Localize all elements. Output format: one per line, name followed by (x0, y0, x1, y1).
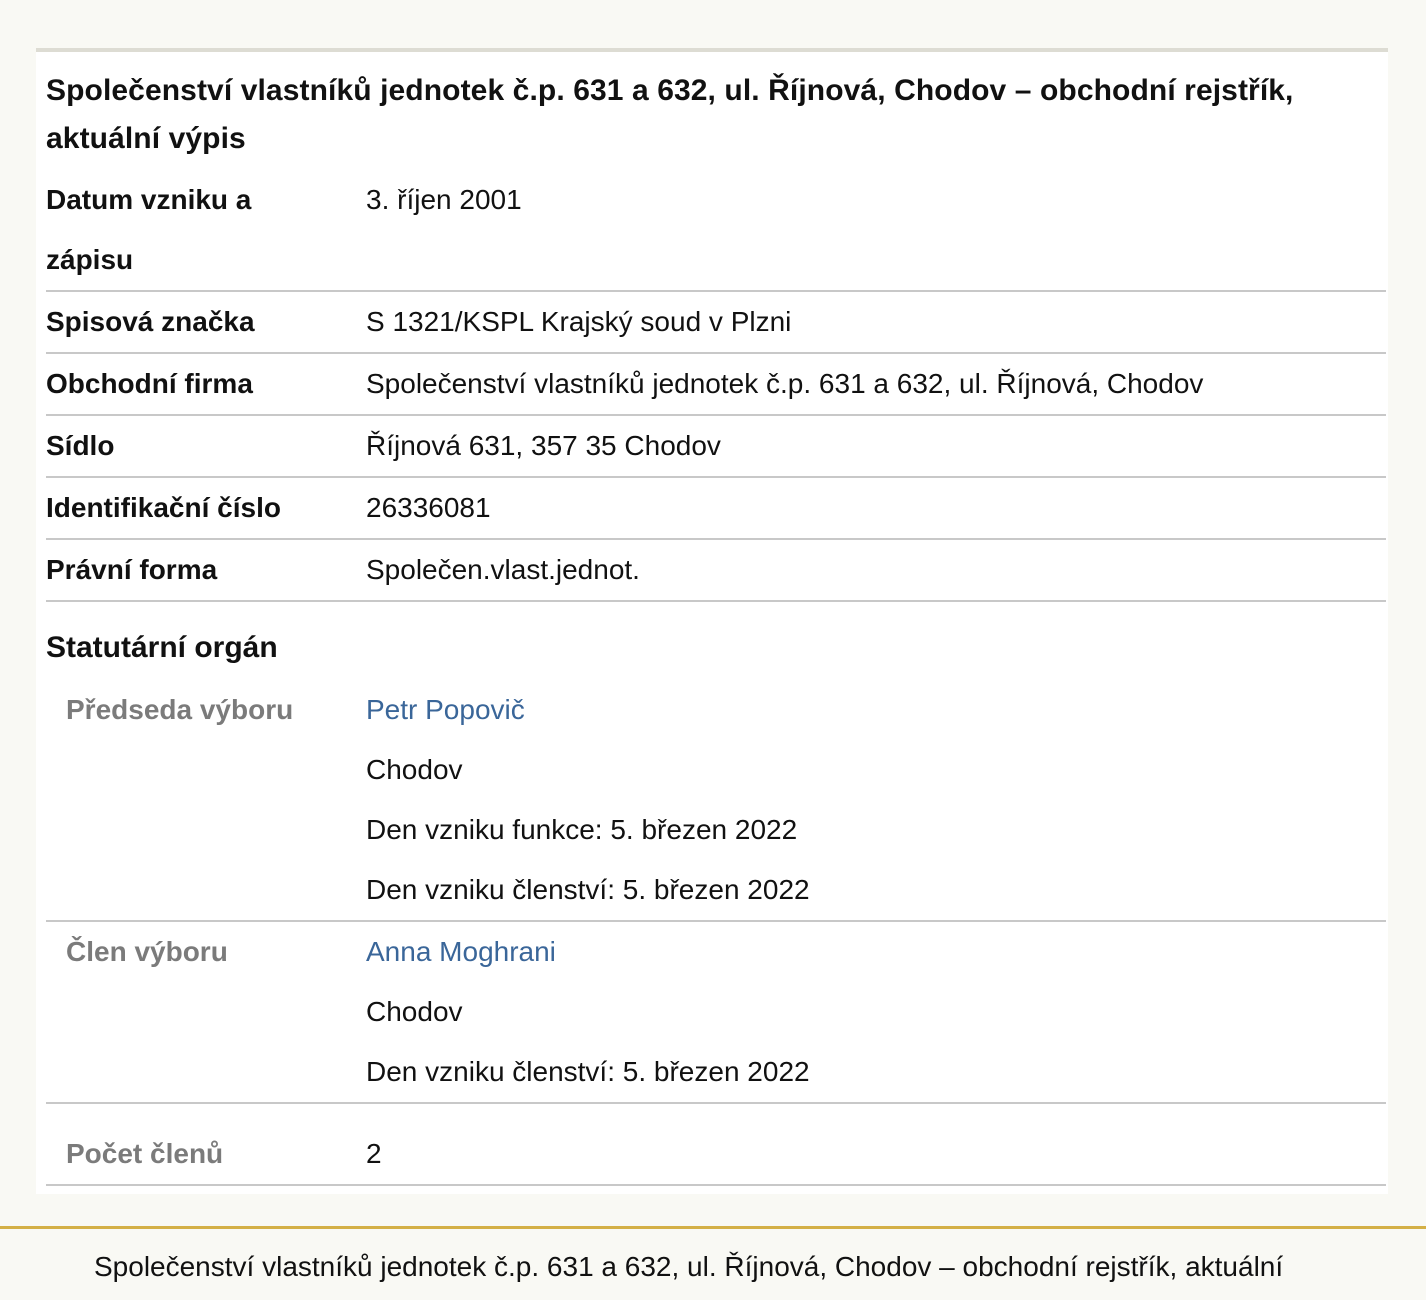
member-details: Petr Popovič Chodov Den vzniku funkce: 5… (366, 680, 810, 920)
member-name-link[interactable]: Anna Moghrani (366, 936, 556, 967)
member-row-chairman: Předseda výboru Petr Popovič Chodov Den … (46, 680, 1386, 922)
field-value: Společenství vlastníků jednotek č.p. 631… (366, 368, 1204, 399)
member-row-board-member: Člen výboru Anna Moghrani Chodov Den vzn… (46, 922, 1386, 1104)
footer-caption: Společenství vlastníků jednotek č.p. 631… (94, 1251, 1284, 1282)
member-role: Předseda výboru (66, 694, 294, 725)
statutory-heading: Statutární orgán (46, 631, 278, 664)
field-row-id-number: Identifikační číslo 26336081 (46, 478, 1386, 540)
field-value: 26336081 (366, 492, 491, 523)
member-details: Anna Moghrani Chodov Den vzniku členství… (366, 922, 810, 1102)
field-label: Identifikační číslo (46, 492, 281, 523)
field-row-seat: Sídlo Říjnová 631, 357 35 Chodov (46, 416, 1386, 478)
member-role: Člen výboru (66, 936, 228, 967)
field-value: S 1321/KSPL Krajský soud v Plzni (366, 306, 792, 337)
member-city: Chodov (366, 996, 463, 1027)
member-function-start: Den vzniku funkce: 5. březen 2022 (366, 814, 798, 845)
member-city: Chodov (366, 754, 463, 785)
field-value: Říjnová 631, 357 35 Chodov (366, 430, 721, 461)
member-membership-start: Den vzniku členství: 5. březen 2022 (366, 1056, 810, 1087)
field-label: Sídlo (46, 430, 115, 461)
member-count-label: Počet členů (66, 1138, 224, 1169)
registry-card: Společenství vlastníků jednotek č.p. 631… (36, 48, 1388, 1194)
field-row-case-number: Spisová značka S 1321/KSPL Krajský soud … (46, 292, 1386, 354)
footer-divider (0, 1226, 1426, 1229)
member-name-link[interactable]: Petr Popovič (366, 694, 525, 725)
field-row-file-number (46, 230, 1386, 292)
field-row-legal-form: Právní forma Společen.vlast.jednot. (46, 540, 1386, 602)
field-label: Spisová značka (46, 306, 255, 337)
field-row-company-name: Obchodní firma Společenství vlastníků je… (46, 354, 1386, 416)
field-value: 3. říjen 2001 (366, 184, 522, 215)
page: Společenství vlastníků jednotek č.p. 631… (0, 0, 1426, 1300)
member-count-value: 2 (366, 1138, 382, 1169)
record-title: Společenství vlastníků jednotek č.p. 631… (46, 74, 1294, 155)
member-count-row: Počet členů 2 (46, 1124, 1386, 1186)
field-label: Obchodní firma (46, 368, 253, 399)
field-value: Společen.vlast.jednot. (366, 554, 640, 585)
member-membership-start: Den vzniku členství: 5. březen 2022 (366, 874, 810, 905)
field-label: Právní forma (46, 554, 218, 585)
